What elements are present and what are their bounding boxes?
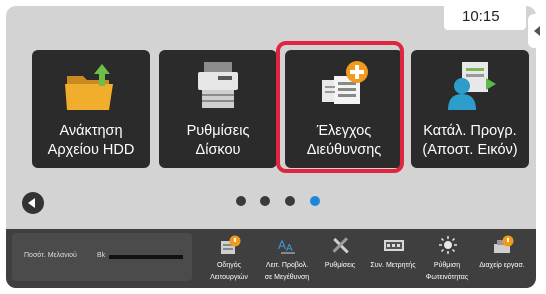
brightness-adjust-button[interactable]: Ρύθμιση Φωτεινότητας <box>418 229 476 288</box>
page-dot[interactable] <box>285 196 295 206</box>
bottom-action-bar: Ποσότ. Μελανιού Bk Οδηγός Λειτουργιών A A… <box>6 229 536 288</box>
back-button[interactable] <box>22 192 44 214</box>
job-status-icon <box>494 235 514 253</box>
tile-label-line1: Ανάκτηση <box>59 123 123 139</box>
enlarge-display-button[interactable]: A A Λειτ. Προβολ. σε Μεγέθυνση <box>258 229 316 288</box>
user-document-send-icon <box>448 62 496 110</box>
svg-text:A: A <box>278 238 286 252</box>
tile-label-line2: Δίσκου <box>195 142 241 158</box>
tile-image-send-program[interactable]: Κατάλ. Προγρ. (Αποστ. Εικόν) <box>411 50 529 168</box>
page-dot-active[interactable] <box>310 196 320 206</box>
help-guide-icon <box>221 235 241 254</box>
side-panel-tab[interactable] <box>528 14 546 48</box>
tile-label-line1: Ρυθμίσεις <box>186 123 250 139</box>
clock: 10:15 <box>444 4 526 30</box>
tile-hdd-file-retrieve[interactable]: Ανάκτηση Αρχείου HDD <box>32 50 150 168</box>
toner-status: Ποσότ. Μελανιού Bk <box>12 233 192 281</box>
toner-color-label: Bk <box>97 252 106 259</box>
printer-icon <box>198 62 238 108</box>
tile-label-line1: Κατάλ. Προγρ. <box>423 123 517 139</box>
tile-label-line2: Αρχείου HDD <box>47 142 135 158</box>
qa-label-line1: Διαχείρ εργασ. <box>479 262 525 269</box>
tile-label-line2: (Αποστ. Εικόν) <box>422 142 518 158</box>
job-status-button[interactable]: Διαχείρ εργασ. <box>473 229 531 288</box>
arrow-left-icon <box>28 198 35 208</box>
counter-icon <box>384 240 404 251</box>
brightness-icon <box>439 236 457 254</box>
chevron-left-icon <box>534 26 540 36</box>
folder-upload-icon <box>65 64 113 110</box>
toner-level-bar <box>109 255 183 259</box>
settings-button[interactable]: Ρυθμίσεις <box>311 229 369 288</box>
tile-document-filing-settings[interactable]: Ρυθμίσεις Δίσκου <box>159 50 277 168</box>
page-dot[interactable] <box>236 196 246 206</box>
tools-icon <box>332 237 349 254</box>
page-dot[interactable] <box>260 196 270 206</box>
toner-label: Ποσότ. Μελανιού <box>24 252 77 259</box>
zoom-text-icon: A A <box>278 238 295 254</box>
selection-highlight <box>276 41 404 173</box>
